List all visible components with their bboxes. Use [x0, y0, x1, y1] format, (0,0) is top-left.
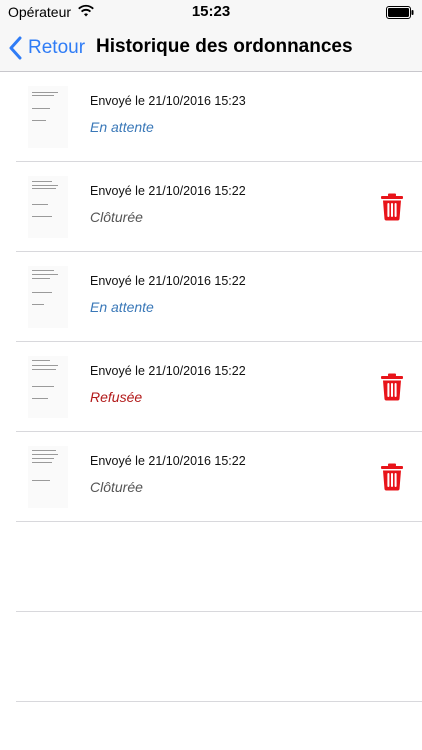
clock: 15:23 [191, 3, 231, 20]
battery-icon [386, 6, 414, 19]
sent-date: Envoyé le 21/10/2016 15:22 [90, 184, 246, 198]
prescription-thumbnail [28, 266, 68, 328]
back-button[interactable]: Retour [8, 34, 85, 62]
sent-date: Envoyé le 21/10/2016 15:22 [90, 274, 246, 288]
prescription-thumbnail [28, 176, 68, 238]
sent-date: Envoyé le 21/10/2016 15:22 [90, 454, 246, 468]
prescription-thumbnail [28, 446, 68, 508]
prescription-thumbnail [28, 356, 68, 418]
status-label: En attente [90, 119, 154, 135]
back-label: Retour [28, 37, 86, 58]
status-label: Clôturée [90, 209, 143, 225]
chevron-left-icon [9, 36, 22, 60]
page-title: Historique des ordonnances [96, 36, 353, 57]
empty-row [16, 612, 422, 702]
prescription-list: Envoyé le 21/10/2016 15:23 En attente En… [0, 72, 422, 702]
sent-date: Envoyé le 21/10/2016 15:23 [90, 94, 246, 108]
list-item[interactable]: Envoyé le 21/10/2016 15:22 Refusée [16, 342, 422, 432]
trash-icon[interactable] [380, 373, 404, 401]
prescription-thumbnail [28, 86, 68, 148]
list-item[interactable]: Envoyé le 21/10/2016 15:22 Clôturée [16, 432, 422, 522]
trash-icon[interactable] [380, 463, 404, 491]
status-label: Clôturée [90, 479, 143, 495]
list-item[interactable]: Envoyé le 21/10/2016 15:22 Clôturée [16, 162, 422, 252]
trash-icon[interactable] [380, 193, 404, 221]
sent-date: Envoyé le 21/10/2016 15:22 [90, 364, 246, 378]
status-label: En attente [90, 299, 154, 315]
navigation-bar: Retour Historique des ordonnances [0, 24, 422, 72]
status-label: Refusée [90, 389, 143, 405]
empty-row [16, 522, 422, 612]
list-item[interactable]: Envoyé le 21/10/2016 15:22 En attente [16, 252, 422, 342]
list-item[interactable]: Envoyé le 21/10/2016 15:23 En attente [16, 72, 422, 162]
status-bar: Opérateur 15:23 [0, 0, 422, 24]
